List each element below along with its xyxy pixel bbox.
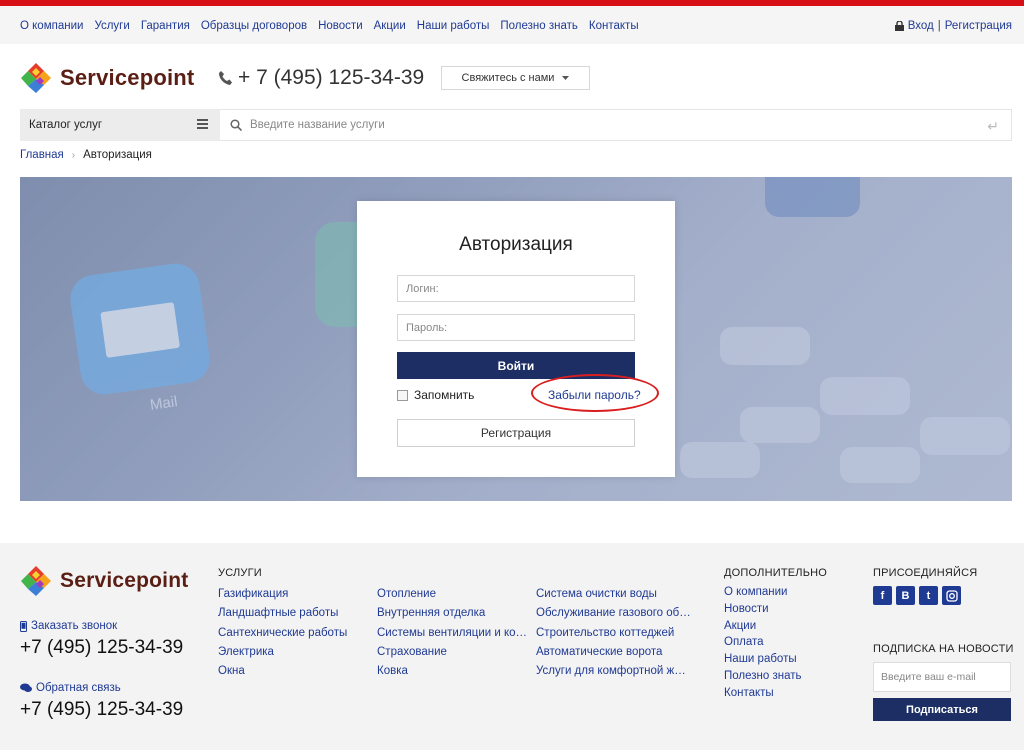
service-link[interactable]: Окна — [218, 665, 368, 684]
header-phone[interactable]: + 7 (495) 125-34-39 — [218, 66, 424, 90]
top-nav-list: О компании Услуги Гарантия Образцы догов… — [20, 20, 650, 32]
nav-contacts[interactable]: Контакты — [589, 20, 639, 32]
remember-me[interactable]: Запомнить — [397, 388, 474, 402]
twitter-icon[interactable]: t — [919, 586, 938, 605]
extra-link[interactable]: Новости — [724, 603, 854, 620]
login-field[interactable]: Логин: — [397, 275, 635, 302]
nav-news[interactable]: Новости — [318, 20, 363, 32]
remember-label: Запомнить — [414, 388, 475, 402]
mobile-icon — [20, 620, 27, 632]
catalog-label: Каталог услуг — [29, 119, 103, 131]
services-column-2: Отопление Внутренняя отделка Системы вен… — [377, 588, 529, 684]
service-search: ↵ — [220, 109, 1012, 141]
order-call-link[interactable]: Заказать звонок — [20, 620, 117, 632]
service-link[interactable]: Внутренняя отделка — [377, 607, 529, 626]
extra-link[interactable]: Акции — [724, 620, 854, 637]
services-column-3: Система очистки воды Обслуживание газово… — [536, 588, 692, 684]
logo-mark-icon — [20, 62, 52, 94]
nav-guarantee[interactable]: Гарантия — [141, 20, 190, 32]
facebook-icon[interactable]: f — [873, 586, 892, 605]
service-link[interactable]: Строительство коттеджей — [536, 627, 692, 646]
highlight-oval — [531, 374, 659, 412]
contact-us-label: Свяжитесь с нами — [461, 72, 555, 84]
extra-link[interactable]: Оплата — [724, 636, 854, 653]
breadcrumb-home[interactable]: Главная — [20, 149, 64, 161]
register-button[interactable]: Регистрация — [397, 419, 635, 447]
login-link[interactable]: Вход — [908, 20, 934, 32]
extra-heading: ДОПОЛНИТЕЛЬНО — [724, 567, 828, 579]
lock-icon — [894, 21, 904, 31]
catalog-menu-button[interactable]: Каталог услуг — [20, 109, 220, 141]
breadcrumb-chevron-icon: › — [71, 149, 76, 161]
footer-brand-name: Servicepoint — [60, 569, 189, 592]
service-link[interactable]: Услуги для комфортной жиз… — [536, 665, 692, 684]
order-call-label: Заказать звонок — [31, 620, 118, 632]
service-link[interactable]: Автоматические ворота — [536, 646, 692, 665]
feedback-link[interactable]: Обратная связь — [20, 682, 121, 694]
extra-links: О компании Новости Акции Оплата Наши раб… — [724, 586, 854, 704]
newsletter-heading: ПОДПИСКА НА НОВОСТИ — [873, 643, 1014, 655]
footer-logo[interactable]: Servicepoint — [20, 565, 188, 597]
feedback-label: Обратная связь — [36, 682, 121, 694]
service-link[interactable]: Страхование — [377, 646, 529, 665]
nav-useful[interactable]: Полезно знать — [500, 20, 578, 32]
service-link[interactable]: Ковка — [377, 665, 529, 684]
footer-phone-1: +7 (495) 125-34-39 — [20, 637, 184, 658]
search-icon[interactable] — [230, 119, 242, 131]
nav-about[interactable]: О компании — [20, 20, 83, 32]
password-field[interactable]: Пароль: — [397, 314, 635, 341]
nav-our-works[interactable]: Наши работы — [417, 20, 490, 32]
phone-icon — [219, 71, 232, 85]
auth-links: Вход | Регистрация — [894, 20, 1012, 32]
service-link[interactable]: Система очистки воды — [536, 588, 692, 607]
footer-logo-mark-icon — [21, 566, 51, 596]
breadcrumb-current: Авторизация — [83, 149, 152, 161]
service-link[interactable]: Газификация — [218, 588, 368, 607]
contact-us-button[interactable]: Свяжитесь с нами — [441, 66, 590, 90]
extra-link[interactable]: О компании — [724, 586, 854, 603]
extra-link[interactable]: Полезно знать — [724, 670, 854, 687]
site-logo[interactable]: Servicepoint — [20, 62, 194, 94]
instagram-icon[interactable] — [942, 586, 961, 605]
brand-name: Servicepoint — [60, 65, 195, 90]
nav-promotions[interactable]: Акции — [374, 20, 406, 32]
service-link[interactable]: Системы вентиляции и кон… — [377, 627, 529, 646]
footer-phone-2: +7 (495) 125-34-39 — [20, 699, 184, 720]
subscribe-button[interactable]: Подписаться — [873, 698, 1011, 721]
register-link[interactable]: Регистрация — [945, 20, 1012, 32]
service-link[interactable]: Обслуживание газового об… — [536, 607, 692, 626]
service-link[interactable]: Отопление — [377, 588, 529, 607]
hamburger-icon — [197, 119, 208, 130]
auth-separator: | — [937, 20, 941, 32]
search-input[interactable] — [250, 119, 950, 131]
service-link[interactable]: Сантехнические работы — [218, 627, 368, 646]
extra-link[interactable]: Наши работы — [724, 653, 854, 670]
nav-services[interactable]: Услуги — [94, 20, 129, 32]
newsletter-email-input[interactable]: Введите ваш e-mail — [873, 662, 1011, 692]
caret-down-icon — [562, 76, 570, 80]
chat-icon — [20, 683, 32, 692]
login-title: Авторизация — [459, 234, 573, 255]
social-links: f B t — [873, 586, 961, 605]
site-footer: Servicepoint Заказать звонок +7 (495) 12… — [0, 543, 1024, 750]
vk-icon[interactable]: B — [896, 586, 915, 605]
breadcrumb: Главная › Авторизация — [20, 149, 152, 161]
top-navigation: О компании Услуги Гарантия Образцы догов… — [0, 6, 1024, 44]
service-link[interactable]: Электрика — [218, 646, 368, 665]
remember-checkbox[interactable] — [397, 389, 408, 401]
enter-icon[interactable]: ↵ — [987, 118, 999, 135]
login-form: Авторизация Логин: Пароль: Войти Запомни… — [357, 201, 675, 477]
join-heading: ПРИСОЕДИНЯЙСЯ — [873, 567, 978, 579]
site-header: Servicepoint + 7 (495) 125-34-39 Свяжите… — [0, 44, 1024, 108]
header-phone-number: + 7 (495) 125-34-39 — [238, 66, 425, 89]
extra-link[interactable]: Контакты — [724, 687, 854, 704]
nav-contracts[interactable]: Образцы договоров — [201, 20, 307, 32]
services-heading: УСЛУГИ — [218, 567, 262, 579]
service-link[interactable]: Ландшафтные работы — [218, 607, 368, 626]
services-column-1: Газификация Ландшафтные работы Сантехнич… — [218, 588, 368, 684]
